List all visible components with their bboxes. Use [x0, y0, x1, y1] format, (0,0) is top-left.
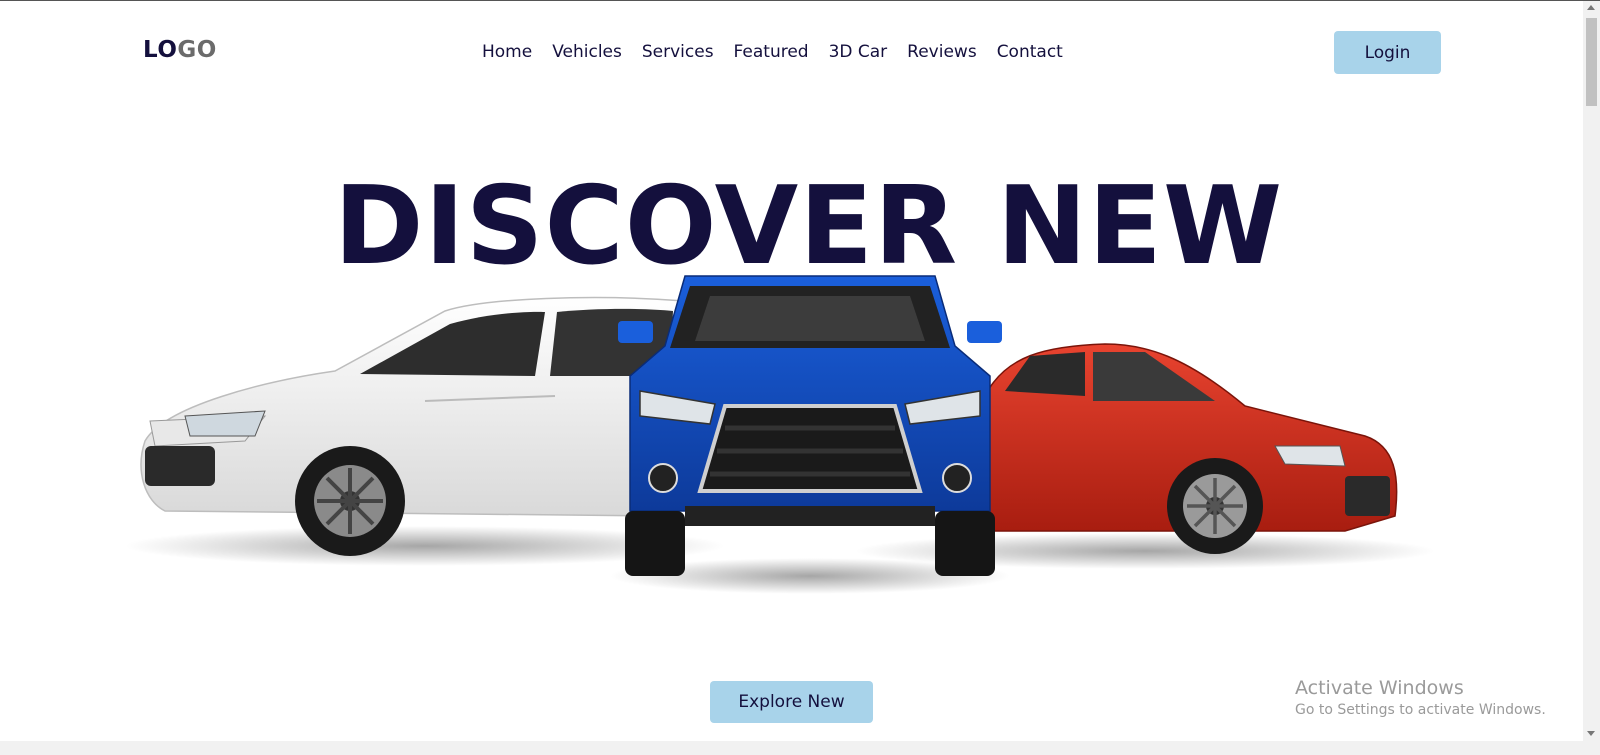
- horizontal-scrollbar[interactable]: [0, 741, 1583, 755]
- activate-windows-watermark: Activate Windows Go to Settings to activ…: [1295, 676, 1546, 720]
- nav-reviews[interactable]: Reviews: [907, 41, 977, 63]
- vertical-scrollbar[interactable]: [1583, 1, 1600, 741]
- logo[interactable]: LOGO: [143, 37, 217, 63]
- red-sedan: [984, 343, 1398, 554]
- nav-services[interactable]: Services: [642, 41, 714, 63]
- main-nav: Home Vehicles Services Featured 3D Car R…: [482, 41, 1063, 63]
- logo-part-2: GO: [177, 37, 217, 63]
- page: LOGO Home Vehicles Services Featured 3D …: [0, 1, 1583, 741]
- nav-featured[interactable]: Featured: [734, 41, 809, 63]
- logo-part-1: LO: [143, 37, 178, 63]
- scrollbar-corner: [1583, 741, 1600, 755]
- scroll-up-arrow-icon[interactable]: [1587, 5, 1595, 10]
- activate-windows-title: Activate Windows: [1295, 677, 1464, 699]
- hero-cars-image: [125, 275, 1435, 594]
- scrollbar-thumb[interactable]: [1586, 18, 1597, 106]
- activate-windows-subtitle: Go to Settings to activate Windows.: [1295, 702, 1546, 718]
- nav-vehicles[interactable]: Vehicles: [552, 41, 622, 63]
- explore-new-button[interactable]: Explore New: [710, 681, 873, 723]
- login-button[interactable]: Login: [1334, 31, 1441, 74]
- scroll-down-arrow-icon[interactable]: [1587, 731, 1595, 736]
- nav-home[interactable]: Home: [482, 41, 532, 63]
- nav-3d-car[interactable]: 3D Car: [829, 41, 888, 63]
- nav-contact[interactable]: Contact: [997, 41, 1063, 63]
- white-suv: [140, 296, 686, 556]
